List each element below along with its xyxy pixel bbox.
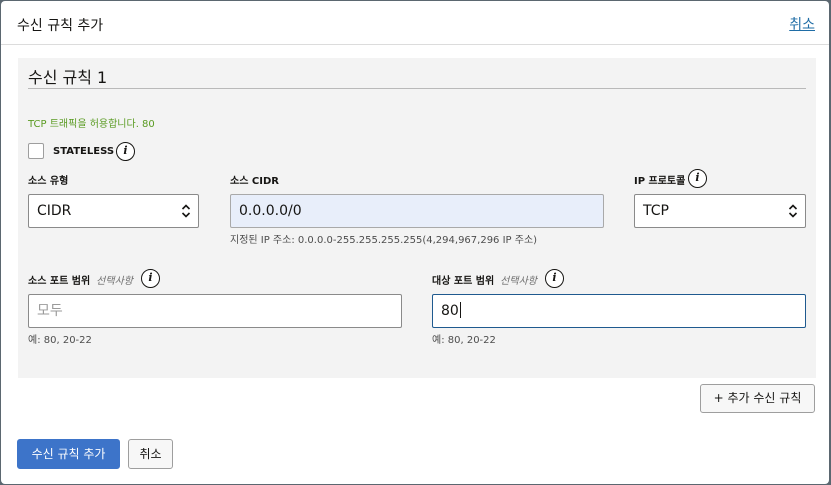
source-port-input[interactable]: 모두 <box>28 294 402 328</box>
dialog-header: 수신 규칙 추가 취소 <box>1 1 829 45</box>
cancel-button[interactable]: 취소 <box>128 439 173 469</box>
dest-port-help: 예: 80, 20-22 <box>432 335 496 346</box>
source-port-label: 소스 포트 범위 선택사항 <box>28 272 133 287</box>
dest-port-input[interactable]: 80 <box>432 294 806 328</box>
add-ingress-rule-dialog: 수신 규칙 추가 취소 수신 규칙 1 TCP 트래픽을 허용합니다. 80 S… <box>1 1 829 484</box>
ingress-rule-panel: 수신 규칙 1 TCP 트래픽을 허용합니다. 80 STATELESS i 소… <box>18 58 816 378</box>
dialog-title: 수신 규칙 추가 <box>17 18 104 34</box>
source-type-value: CIDR <box>37 203 72 219</box>
chevron-up-down-icon <box>181 204 191 218</box>
dest-port-label-text: 대상 포트 범위 <box>432 276 495 287</box>
rule-title: 수신 규칙 1 <box>28 68 108 87</box>
stateless-checkbox[interactable] <box>28 143 44 159</box>
source-port-label-text: 소스 포트 범위 <box>28 276 91 287</box>
source-cidr-input[interactable]: 0.0.0.0/0 <box>230 194 604 228</box>
dest-port-value: 80 <box>441 303 459 319</box>
header-cancel-link[interactable]: 취소 <box>789 14 815 34</box>
info-icon[interactable]: i <box>688 169 707 188</box>
info-icon[interactable]: i <box>116 142 135 161</box>
source-cidr-help: 지정된 IP 주소: 0.0.0.0-255.255.255.255(4,294… <box>230 235 538 246</box>
traffic-hint: TCP 트래픽을 허용합니다. 80 <box>28 119 155 130</box>
add-another-rule-button[interactable]: + 추가 수신 규칙 <box>700 384 815 413</box>
text-caret <box>459 302 461 318</box>
ip-protocol-select[interactable]: TCP <box>634 194 806 228</box>
source-type-label: 소스 유형 <box>28 176 69 187</box>
chevron-up-down-icon <box>788 204 798 218</box>
rule-divider <box>28 88 806 89</box>
source-port-help: 예: 80, 20-22 <box>28 335 92 346</box>
dest-port-label: 대상 포트 범위 선택사항 <box>432 272 537 287</box>
source-port-optional: 선택사항 <box>96 276 133 287</box>
source-cidr-label: 소스 CIDR <box>230 176 279 187</box>
ip-protocol-value: TCP <box>643 203 669 219</box>
ip-protocol-label: IP 프로토콜 <box>634 176 686 187</box>
stateless-label: STATELESS <box>53 146 115 157</box>
dest-port-optional: 선택사항 <box>500 276 537 287</box>
source-type-select[interactable]: CIDR <box>28 194 199 228</box>
info-icon[interactable]: i <box>141 269 160 288</box>
add-ingress-rule-button[interactable]: 수신 규칙 추가 <box>17 439 120 469</box>
info-icon[interactable]: i <box>545 269 564 288</box>
